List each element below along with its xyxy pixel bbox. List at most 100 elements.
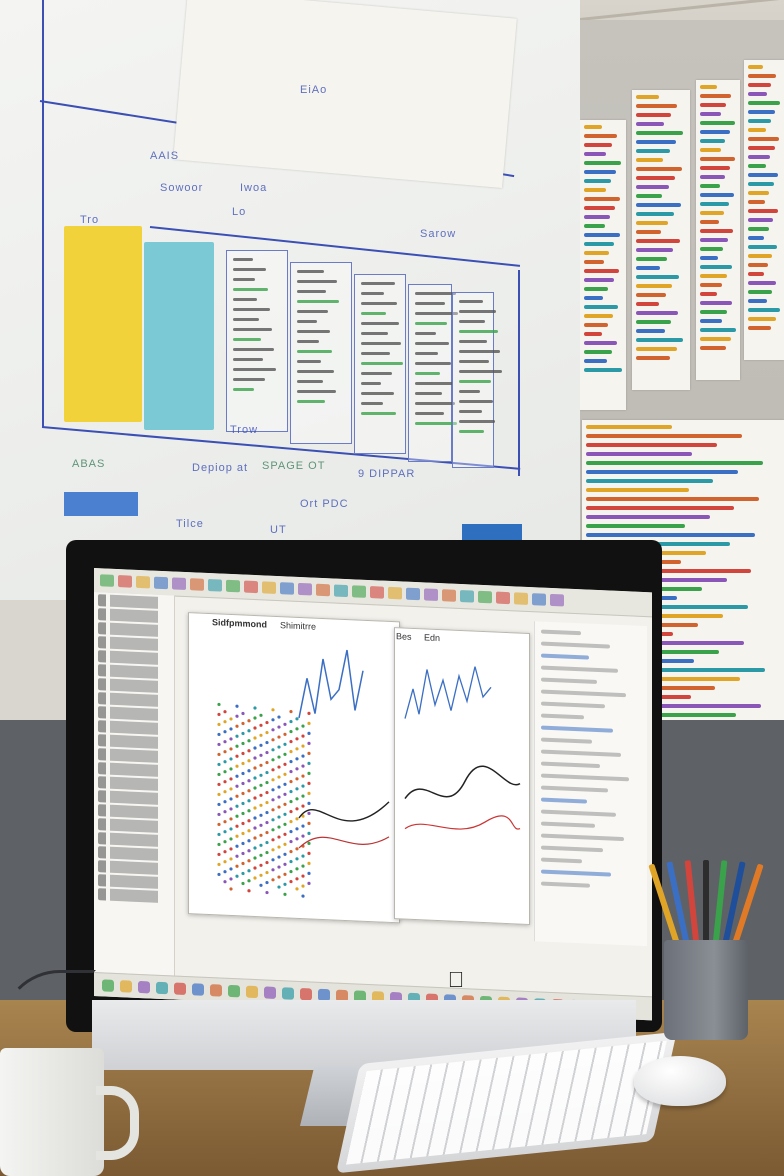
sidebar-item[interactable] [98,762,170,778]
toolbar-button-icon[interactable] [496,591,510,605]
toolbar-button-icon[interactable] [514,592,528,605]
dock-app-icon[interactable] [156,981,168,995]
sidebar-item[interactable] [98,832,170,848]
sidebar-item[interactable] [98,720,170,736]
doc-tab-label[interactable]: Edn [424,632,440,643]
toolbar-button-icon[interactable] [424,588,438,602]
toolbar-button-icon[interactable] [532,593,546,606]
dock-app-icon[interactable] [246,985,258,999]
toolbar-button-icon[interactable] [190,578,204,591]
sidebar-item[interactable] [98,622,170,638]
chart-dot [277,725,281,729]
dock-app-icon[interactable] [210,984,222,997]
chart-dot [307,821,311,825]
chart-dot [223,830,227,834]
chart-dot [295,817,299,821]
sidebar-item[interactable] [98,846,170,862]
doc-tab-label[interactable]: Bes [396,631,412,642]
toolbar-button-icon[interactable] [442,589,456,602]
toolbar-button-icon[interactable] [370,586,384,599]
chart-document[interactable] [394,627,530,926]
chart-dot [241,781,245,786]
ink-line [459,400,493,403]
app-sidebar[interactable] [94,592,175,976]
toolbar-button-icon[interactable] [460,589,474,603]
dock-app-icon[interactable] [138,980,150,994]
toolbar-button-icon[interactable] [316,583,330,597]
whiteboard-column [354,274,406,454]
sidebar-item[interactable] [98,734,170,750]
sidebar-item[interactable] [98,636,170,652]
sidebar-item[interactable] [98,888,170,904]
chart-dot [265,880,269,885]
toolbar-button-icon[interactable] [226,579,240,593]
poster-strip [748,317,776,321]
ink-line [297,280,337,283]
toolbar-button-icon[interactable] [172,577,186,591]
chart-dot [283,832,287,836]
sidebar-item[interactable] [98,748,170,764]
toolbar-button-icon[interactable] [478,590,492,604]
sidebar-item[interactable] [98,706,170,722]
toolbar-button-icon[interactable] [262,581,276,594]
dock-app-icon[interactable] [174,982,186,996]
sidebar-item[interactable] [98,692,170,708]
monitor-screen[interactable]: Sidfpmmond Shimitrre Bes Edn [94,568,652,1021]
dock-app-icon[interactable] [120,980,132,993]
toolbar-button-icon[interactable] [406,587,420,601]
poster-strip [584,305,618,309]
paper-sheet [173,0,517,189]
dock-app-icon[interactable] [228,984,240,998]
toolbar-button-icon[interactable] [208,578,222,592]
dock-app-icon[interactable] [102,979,114,992]
toolbar-button-icon[interactable] [550,593,564,607]
sidebar-item[interactable] [98,594,170,610]
toolbar-button-icon[interactable] [388,586,402,600]
sidebar-item[interactable] [98,776,170,792]
dock-app-icon[interactable] [192,983,204,996]
sidebar-item[interactable] [98,650,170,666]
pencil-cup [664,940,748,1040]
toolbar-button-icon[interactable] [280,582,294,595]
wb-scribble: EiAo [300,84,328,96]
sidebar-item[interactable] [98,860,170,876]
sidebar-item[interactable] [98,874,170,890]
poster-strip [584,359,607,363]
sidebar-item[interactable] [98,664,170,680]
chart-dot [307,861,311,865]
chart-document[interactable] [188,612,400,924]
sidebar-item[interactable] [98,818,170,834]
toolbar-button-icon[interactable] [352,585,366,598]
chart-dot [289,859,293,864]
sidebar-item[interactable] [98,678,170,694]
panel-line [541,665,618,673]
mouse[interactable] [634,1056,726,1106]
chart-dot [247,759,251,763]
dock-app-icon[interactable] [300,987,312,1001]
right-panel[interactable] [534,621,647,947]
sidebar-item[interactable] [98,608,170,624]
dock-app-icon[interactable] [282,987,294,1000]
toolbar-button-icon[interactable] [334,584,348,598]
chart-dot [271,808,275,812]
ink-line [297,320,317,323]
poster-strip [584,179,611,183]
poster-strip [748,200,765,204]
chart-dot [247,849,251,853]
coffee-mug [0,1048,104,1176]
toolbar-button-icon[interactable] [136,575,150,589]
poster-strip [748,263,769,267]
toolbar-button-icon[interactable] [100,574,114,587]
sidebar-item[interactable] [98,790,170,806]
toolbar-button-icon[interactable] [298,582,312,596]
doc-tab-label[interactable]: Shimitrre [280,620,316,632]
chart-dot [283,862,287,866]
sidebar-item[interactable] [98,804,170,820]
toolbar-button-icon[interactable] [118,575,132,588]
toolbar-button-icon[interactable] [154,576,168,590]
dock-app-icon[interactable] [264,986,276,999]
poster-strip [748,254,773,258]
poster-strip [748,137,779,141]
toolbar-button-icon[interactable] [244,580,258,594]
mug-handle [96,1086,139,1160]
